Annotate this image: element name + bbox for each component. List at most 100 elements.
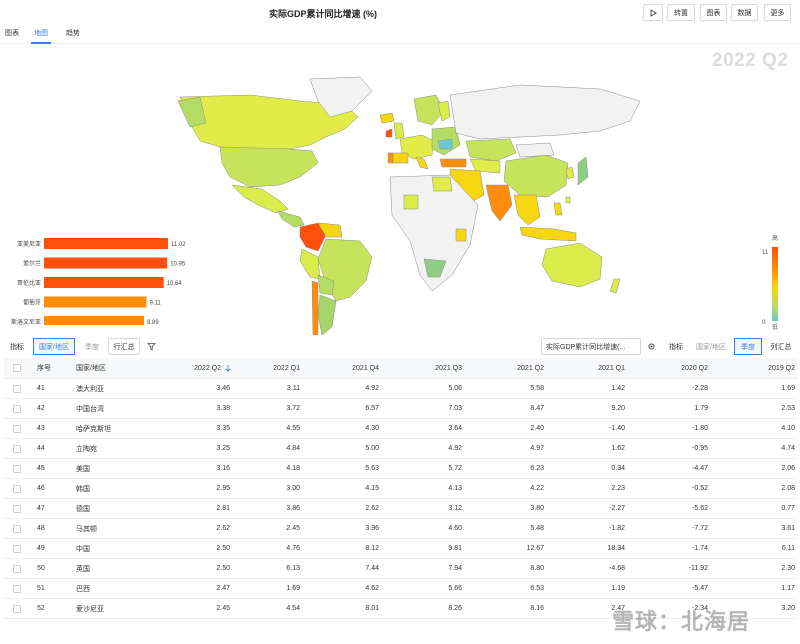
bar[interactable] — [44, 316, 145, 325]
value-cell: 4.54 — [286, 605, 300, 612]
bar[interactable] — [44, 296, 147, 308]
map-kenya[interactable] — [455, 228, 467, 242]
row-checkbox[interactable] — [13, 584, 21, 593]
table-row[interactable]: 47 德国 2.81 3.86 2.62 3.12 3.80 -2.27 -5.62 0.77 — [4, 499, 798, 519]
row-summary-button[interactable]: 行汇总 — [108, 338, 140, 355]
map-usa[interactable] — [219, 146, 319, 188]
table-row[interactable]: 42 中国台湾 3.38 3.72 6.57 7.03 8.47 9.20 1.79 2.53 — [4, 399, 798, 419]
tab-chart[interactable]: 图表 — [5, 28, 19, 38]
data-cell: 2.50 — [216, 539, 230, 558]
data-button[interactable]: 数据 — [731, 4, 758, 21]
map-iceland[interactable] — [379, 112, 395, 124]
column-header: 2021 Q2 — [517, 364, 544, 372]
chart-button[interactable]: 图表 — [700, 4, 727, 21]
settings-button[interactable] — [644, 338, 658, 355]
row-checkbox[interactable] — [13, 424, 21, 433]
map-indonesia[interactable] — [519, 226, 577, 242]
map-egypt[interactable] — [431, 176, 453, 192]
col-country-toggle[interactable]: 国家/地区 — [691, 338, 731, 355]
map-turkey[interactable] — [439, 158, 467, 168]
data-cell: 2.06 — [781, 459, 795, 478]
map-japan[interactable] — [577, 156, 589, 186]
data-cell: 3.72 — [286, 399, 300, 418]
tab-trend[interactable]: 趋势 — [66, 28, 80, 38]
map-taiwan[interactable] — [565, 196, 571, 204]
map-ukraine[interactable] — [437, 138, 453, 150]
country-toggle[interactable]: 国家/地区 — [33, 338, 75, 355]
col-indicator-toggle[interactable]: 指标 — [663, 338, 689, 355]
rotate-button[interactable]: 转置 — [667, 4, 695, 21]
table-row[interactable]: 50 英国 2.50 6.13 7.44 7.94 8.80 -4.68 -11.92 2.30 — [4, 559, 798, 579]
row-checkbox[interactable] — [13, 404, 21, 413]
map-uk[interactable] — [393, 122, 405, 140]
row-checkbox[interactable] — [13, 484, 21, 493]
data-cell: 2.30 — [781, 559, 795, 578]
row-checkbox[interactable] — [13, 544, 21, 553]
country-cell: 马其顿 — [76, 525, 97, 533]
country-cell: 美国 — [76, 465, 90, 473]
row-checkbox[interactable] — [13, 384, 21, 393]
map-korea[interactable] — [565, 166, 575, 180]
indicator-toggle[interactable]: 指标 — [4, 338, 30, 355]
map-india[interactable] — [485, 184, 513, 222]
value-cell: -11.92 — [688, 565, 708, 572]
table-row[interactable]: 49 中国 2.50 4.76 8.12 9.81 12.67 18.34 -1.74 6.11 — [4, 539, 798, 559]
map-mongolia[interactable] — [515, 142, 555, 158]
bar-value-label: 8.89 — [147, 320, 159, 325]
bar[interactable] — [44, 257, 168, 269]
play-button[interactable] — [643, 4, 663, 21]
map-finland[interactable] — [437, 100, 451, 122]
map-australia[interactable] — [541, 242, 603, 288]
row-checkbox[interactable] — [13, 444, 21, 453]
play-icon — [650, 8, 657, 17]
table-row[interactable]: 46 韩国 2.95 3.00 4.15 4.13 4.22 2.23 -0.52 2.08 — [4, 479, 798, 499]
table-row[interactable]: 41 澳大利亚 3.46 3.11 4.92 5.06 5.58 1.42 -2.28 1.69 — [4, 379, 798, 399]
table-row[interactable]: 45 美国 3.16 4.18 5.63 5.72 6.23 0.34 -4.47 2.06 — [4, 459, 798, 479]
map-central-america[interactable] — [277, 210, 305, 228]
map-spain[interactable] — [391, 152, 409, 164]
map-portugal[interactable] — [387, 152, 394, 164]
col-summary-button[interactable]: 列汇总 — [764, 338, 798, 355]
select-all-checkbox[interactable] — [13, 364, 21, 372]
map-southeast-asia[interactable] — [513, 194, 541, 226]
map-italy[interactable] — [415, 156, 429, 170]
map-ireland[interactable] — [385, 128, 393, 138]
map-argentina[interactable] — [317, 294, 337, 335]
value-cell: 2.45 — [286, 525, 300, 532]
col-quarter-toggle[interactable]: 季度 — [734, 338, 762, 355]
table-row[interactable]: 44 立陶宛 3.25 4.84 5.00 4.92 4.97 1.62 -0.95 4.74 — [4, 439, 798, 459]
table-row[interactable]: 43 哈萨克斯坦 3.35 4.55 4.30 3.64 2.40 -1.40 -1.80 4.1… — [4, 419, 798, 439]
value-cell: 2.47 — [216, 585, 230, 592]
map-philippines[interactable] — [553, 202, 563, 216]
row-checkbox[interactable] — [13, 564, 21, 573]
map-china[interactable] — [503, 154, 569, 198]
map-new-zealand[interactable] — [609, 278, 621, 294]
tab-map[interactable]: 地图 — [34, 28, 48, 38]
data-cell: 8.01 — [365, 599, 379, 618]
indicator-select[interactable]: 实际GDP累计同比增速(... — [541, 338, 641, 355]
map-mexico[interactable] — [231, 184, 289, 214]
row-checkbox[interactable] — [13, 604, 21, 613]
map-russia[interactable] — [449, 84, 641, 140]
arrow-down-icon[interactable] — [224, 364, 232, 372]
row-checkbox[interactable] — [13, 504, 21, 513]
filter-button[interactable] — [144, 338, 158, 355]
quarter-toggle[interactable]: 季度 — [78, 338, 106, 355]
map-peru[interactable] — [299, 248, 321, 280]
table-row[interactable]: 51 巴西 2.47 1.69 4.62 5.66 6.53 1.19 -5.47 1.17 — [4, 579, 798, 599]
more-button[interactable]: 更多 — [764, 4, 791, 21]
index-cell: 42 — [37, 405, 45, 412]
map-nigeria[interactable] — [403, 194, 419, 210]
bar[interactable] — [44, 238, 168, 249]
map-kazakhstan[interactable] — [465, 138, 517, 162]
bar[interactable] — [44, 277, 164, 288]
map-chile[interactable] — [311, 280, 319, 335]
watermark: 雪球：北海居 — [612, 609, 751, 634]
table-row[interactable]: 48 马其顿 2.62 2.45 3.96 4.60 5.48 -1.82 -7.72 3.61 — [4, 519, 798, 539]
table-header-row: 序号 国家/地区 2022 Q2 2022 Q1 2021 Q4 2021 Q3 2021 … — [4, 358, 798, 379]
data-cell: -5.47 — [692, 579, 708, 598]
row-checkbox[interactable] — [13, 464, 21, 473]
value-cell: 4.74 — [781, 445, 795, 452]
value-cell: 2.50 — [216, 545, 230, 552]
row-checkbox[interactable] — [13, 524, 21, 533]
